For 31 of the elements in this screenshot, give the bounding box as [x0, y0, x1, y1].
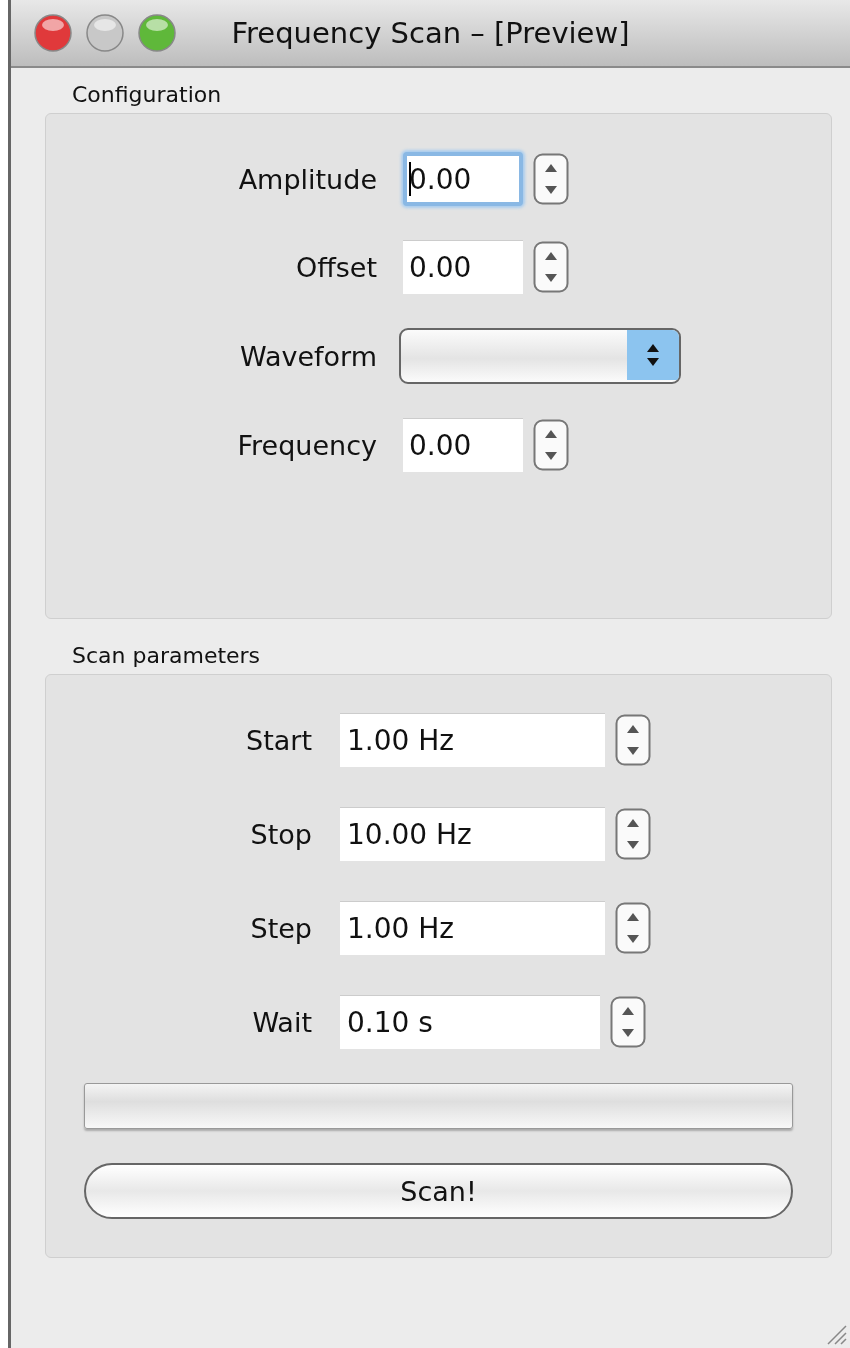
number-field[interactable]: 0.00: [403, 240, 523, 294]
window-title: Frequency Scan – [Preview]: [231, 16, 630, 50]
up-down-arrows-icon: [627, 330, 679, 380]
stepper-control[interactable]: [615, 714, 651, 766]
field-label: Frequency: [237, 429, 377, 461]
number-field[interactable]: 0.00: [403, 418, 523, 472]
dropdown[interactable]: [399, 328, 681, 384]
group-title: Configuration: [72, 82, 223, 107]
field-label: Offset: [295, 251, 377, 283]
field-label: Step: [250, 912, 312, 944]
close-button[interactable]: [33, 13, 73, 53]
number-field[interactable]: 1.00 Hz: [340, 901, 605, 955]
scan-button[interactable]: Scan!: [84, 1163, 793, 1219]
field-label: Start: [246, 724, 312, 756]
stepper-control[interactable]: [533, 153, 569, 205]
field-label: Waveform: [239, 340, 377, 372]
stepper-control[interactable]: [615, 808, 651, 860]
zoom-button[interactable]: [137, 13, 177, 53]
stepper-control[interactable]: [533, 241, 569, 293]
stepper-control[interactable]: [533, 419, 569, 471]
group-title: Scan parameters: [72, 643, 262, 668]
stepper-control[interactable]: [610, 996, 646, 1048]
number-field[interactable]: 0.00: [403, 152, 523, 206]
number-field[interactable]: 0.10 s: [340, 995, 600, 1049]
field-label: Wait: [252, 1006, 312, 1038]
field-label: Stop: [250, 818, 312, 850]
resize-grip-icon: [826, 1324, 848, 1346]
field-label: Amplitude: [238, 163, 377, 195]
stepper-control[interactable]: [615, 902, 651, 954]
number-field[interactable]: 10.00 Hz: [340, 807, 605, 861]
number-field[interactable]: 1.00 Hz: [340, 713, 605, 767]
